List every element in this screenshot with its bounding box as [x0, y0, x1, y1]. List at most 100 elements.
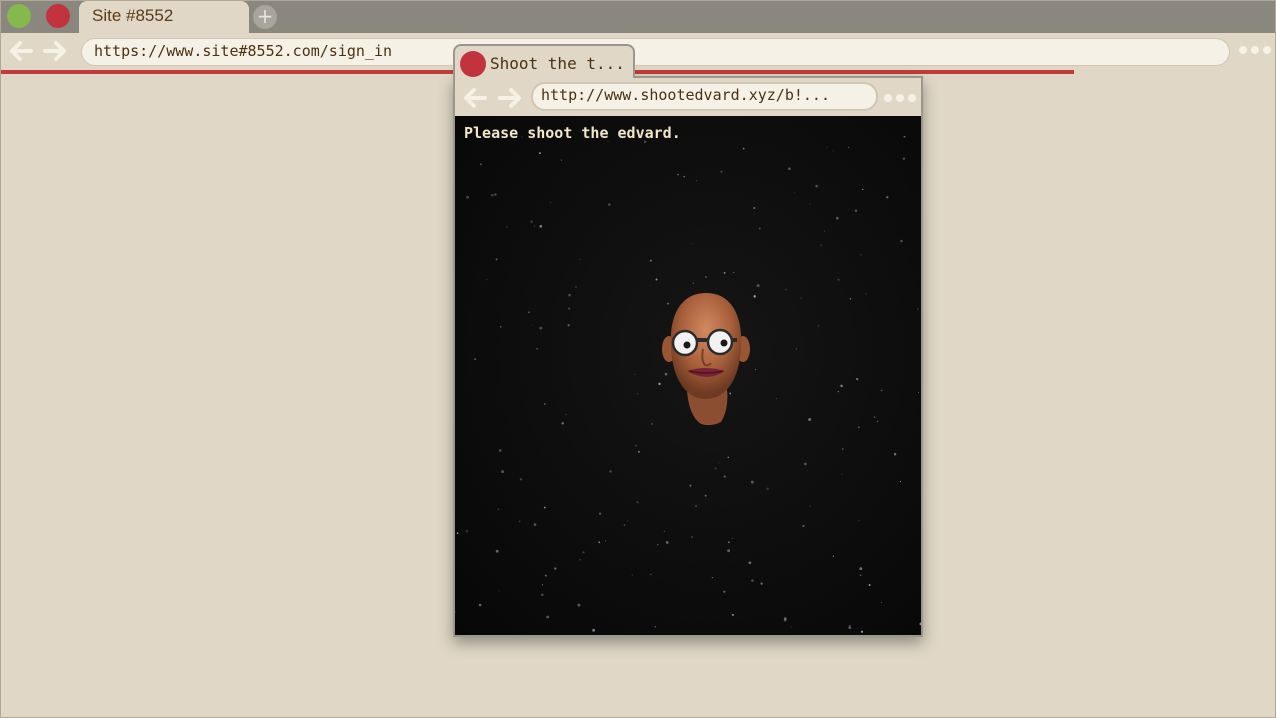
more-menu-icon[interactable] — [1238, 45, 1272, 55]
star — [718, 462, 720, 464]
star — [637, 393, 639, 395]
popup-address-text: http://www.shootedvard.xyz/b!... — [541, 86, 830, 104]
star — [568, 307, 571, 310]
main-tab-bar: Site #8552 + — [0, 0, 1276, 33]
star — [880, 601, 882, 604]
star — [691, 242, 692, 244]
star — [649, 259, 652, 262]
maximize-button[interactable] — [7, 4, 31, 28]
edvard-head-target[interactable] — [661, 291, 751, 431]
star — [826, 146, 828, 148]
star — [519, 520, 521, 522]
star — [539, 224, 543, 228]
new-tab-button[interactable]: + — [253, 5, 277, 29]
star — [837, 278, 840, 281]
game-canvas[interactable]: Please shoot the edvard. — [455, 116, 921, 635]
star — [582, 551, 585, 554]
popup-tab-title: Shoot the t... — [490, 54, 625, 73]
star — [727, 456, 730, 459]
star — [631, 574, 633, 576]
star — [733, 272, 735, 274]
star — [565, 413, 567, 415]
star — [794, 192, 796, 193]
star — [902, 157, 906, 160]
star — [683, 175, 685, 178]
star — [753, 207, 756, 209]
star — [568, 293, 571, 297]
star — [655, 278, 658, 281]
star — [550, 201, 552, 203]
star — [501, 470, 505, 474]
star — [868, 583, 871, 587]
star — [689, 484, 692, 487]
star — [495, 549, 499, 553]
star — [635, 445, 637, 447]
star — [495, 258, 498, 261]
star — [533, 523, 537, 526]
popup-tab[interactable]: Shoot the t... — [453, 44, 635, 78]
address-text: https://www.site#8552.com/sign_in — [94, 42, 393, 60]
popup-address-bar[interactable]: http://www.shootedvard.xyz/b!... — [533, 84, 876, 109]
star — [498, 590, 500, 592]
star — [917, 391, 920, 393]
star — [577, 603, 581, 607]
star — [841, 473, 843, 475]
star — [815, 184, 818, 188]
close-button[interactable] — [46, 4, 70, 28]
star — [900, 239, 903, 243]
star — [634, 373, 636, 375]
star — [690, 535, 694, 539]
popup-window: http://www.shootedvard.xyz/b!... Please … — [453, 44, 923, 637]
star — [536, 348, 538, 350]
tab-site[interactable]: Site #8552 — [79, 1, 249, 33]
star — [604, 540, 607, 542]
star — [840, 384, 843, 388]
star — [755, 369, 757, 371]
star — [663, 530, 666, 533]
star — [753, 295, 756, 298]
star — [490, 193, 494, 197]
star — [466, 195, 470, 199]
star — [903, 135, 906, 138]
star — [917, 308, 919, 310]
star — [665, 541, 669, 544]
star — [636, 501, 639, 504]
back-icon[interactable] — [6, 37, 34, 65]
star — [785, 289, 787, 291]
star — [539, 326, 543, 330]
star — [498, 449, 502, 452]
star — [899, 480, 901, 483]
star — [575, 286, 577, 288]
star — [766, 487, 769, 491]
star — [506, 226, 508, 228]
star — [731, 537, 733, 539]
star — [893, 453, 897, 456]
star — [478, 603, 482, 607]
back-icon[interactable] — [460, 84, 488, 112]
star — [758, 227, 761, 230]
star — [465, 529, 469, 533]
star — [714, 467, 717, 470]
star — [790, 626, 792, 628]
popup-close-button[interactable] — [460, 51, 486, 77]
more-menu-icon[interactable] — [883, 93, 917, 103]
star — [858, 519, 860, 522]
popup-frame: http://www.shootedvard.xyz/b!... Please … — [453, 76, 923, 637]
star — [855, 377, 859, 381]
star — [784, 617, 787, 620]
game-instructions: Please shoot the edvard. — [464, 124, 681, 142]
star — [808, 418, 812, 421]
star — [727, 549, 731, 553]
star — [859, 574, 862, 577]
forward-icon[interactable] — [497, 84, 525, 112]
star — [711, 576, 714, 579]
star — [567, 324, 570, 327]
star — [609, 470, 612, 473]
star — [530, 220, 534, 223]
star — [802, 524, 805, 528]
star — [832, 150, 834, 152]
star — [499, 325, 502, 328]
star — [692, 282, 695, 284]
star — [800, 297, 802, 299]
forward-icon[interactable] — [42, 37, 70, 65]
